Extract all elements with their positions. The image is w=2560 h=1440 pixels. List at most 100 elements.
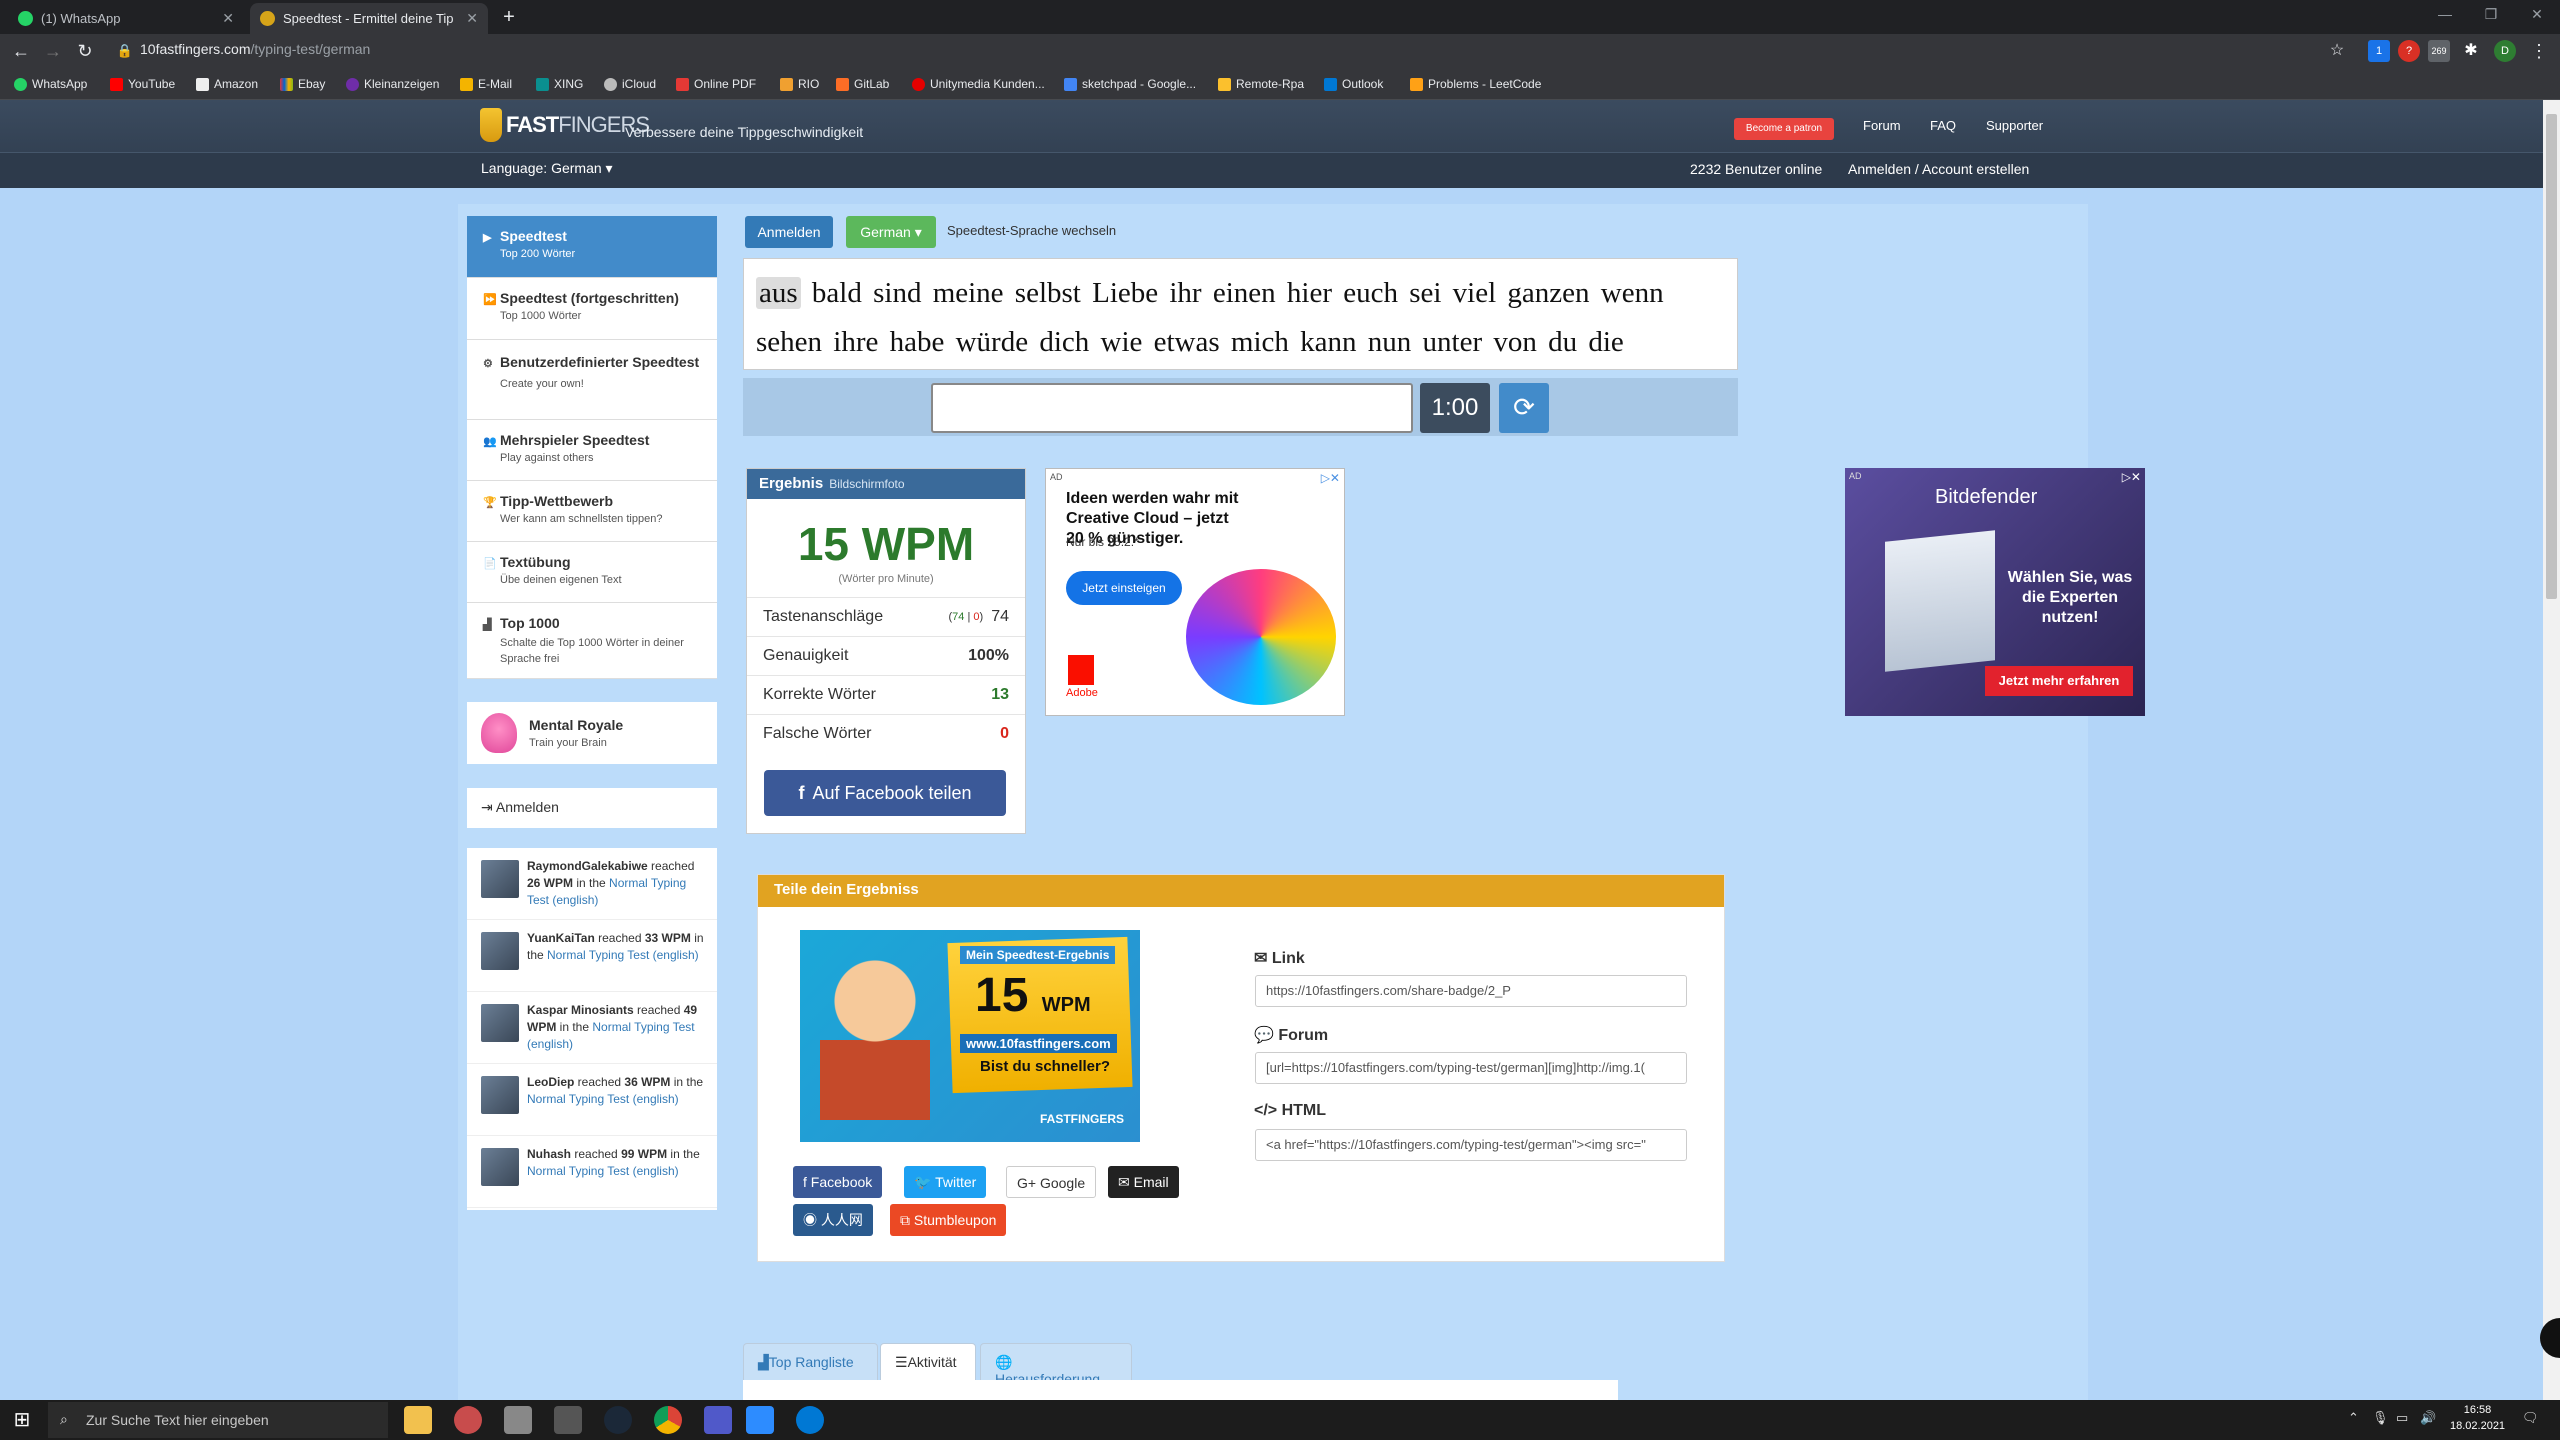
become-patron-button[interactable]: Become a patron (1734, 118, 1834, 140)
microphone-icon[interactable]: 🎙 (2372, 1410, 2389, 1426)
feed-user[interactable]: LeoDiep (527, 1075, 574, 1089)
avatar[interactable] (481, 1076, 519, 1114)
back-icon[interactable]: ← (10, 40, 32, 62)
bookmark-whatsapp[interactable]: WhatsApp (14, 75, 87, 93)
sidebar-item-competition[interactable]: 🏆 Tipp-Wettbewerb Wer kann am schnellsten… (467, 481, 717, 542)
browser-tab-whatsapp[interactable]: (1) WhatsApp ✕ (8, 3, 244, 34)
sidebar-item-custom[interactable]: ⚙ Benutzerdefinierter Speedtest Create yo… (467, 340, 717, 420)
ad-cta-button[interactable]: Jetzt einsteigen (1066, 571, 1182, 605)
restart-icon[interactable]: ⟳ (1499, 383, 1549, 433)
sidebar-item-advanced[interactable]: ⏩ Speedtest (fortgeschritten) Top 1000 Wö… (467, 278, 717, 340)
url-field[interactable]: 10fastfingers.com/typing-test/german (140, 41, 370, 57)
share-twitter-button[interactable]: 🐦 Twitter (904, 1166, 987, 1198)
app-icon[interactable] (504, 1406, 532, 1434)
app-icon[interactable] (454, 1406, 482, 1434)
reload-icon[interactable]: ↻ (74, 40, 96, 62)
menu-kebab-icon[interactable]: ⋮ (2528, 40, 2550, 62)
share-email-button[interactable]: ✉ Email (1108, 1166, 1179, 1198)
tab-herausforderung[interactable]: 🌐Herausforderung (980, 1343, 1132, 1387)
share-stumbleupon-button[interactable]: ⧉ Stumbleupon (890, 1204, 1007, 1236)
facebook-share-button[interactable]: f Auf Facebook teilen (764, 770, 1006, 816)
bookmark-kleinanzeigen[interactable]: Kleinanzeigen (346, 75, 439, 93)
typing-input[interactable] (931, 383, 1413, 433)
app-icon[interactable] (746, 1406, 774, 1434)
bookmark-online-pdf[interactable]: Online PDF (676, 75, 756, 93)
bookmark-star-icon[interactable]: ☆ (2326, 40, 2348, 62)
bookmark-ebay[interactable]: Ebay (280, 75, 325, 93)
close-tab-icon[interactable]: ✕ (466, 10, 478, 27)
avatar[interactable] (481, 860, 519, 898)
bookmark-rio[interactable]: RIO (780, 75, 819, 93)
sidebar-item-multiplayer[interactable]: 👥 Mehrspieler Speedtest Play against othe… (467, 420, 717, 481)
link-field[interactable]: https://10fastfingers.com/share-badge/2_… (1255, 975, 1687, 1007)
bookmark-unitymedia[interactable]: Unitymedia Kunden... (912, 75, 1045, 93)
app-icon[interactable] (796, 1406, 824, 1434)
nav-supporter[interactable]: Supporter (1986, 118, 2043, 133)
tray-chevron-icon[interactable]: ⌃ (2348, 1410, 2359, 1426)
restore-icon[interactable]: ❐ (2468, 0, 2514, 30)
share-google-button[interactable]: G+ Google (1006, 1166, 1097, 1198)
avatar[interactable] (481, 1004, 519, 1042)
extension-calendar-icon[interactable]: 269 (2428, 40, 2450, 62)
bookmark-youtube[interactable]: YouTube (110, 75, 175, 93)
close-window-icon[interactable]: ✕ (2514, 0, 2560, 30)
lock-icon[interactable]: 🔒 (114, 40, 136, 62)
extension-help-icon[interactable]: ? (2398, 40, 2420, 62)
login-register-link[interactable]: Anmelden / Account erstellen (1848, 161, 2029, 177)
bookmark-outlook[interactable]: Outlook (1324, 75, 1383, 93)
login-button[interactable]: Anmelden (745, 216, 833, 248)
screenshot-link[interactable]: Bildschirmfoto (829, 477, 904, 491)
bookmark-gitlab[interactable]: GitLab (836, 75, 889, 93)
language-select-button[interactable]: German ▾ (846, 216, 936, 248)
avatar[interactable] (481, 1148, 519, 1186)
avatar[interactable] (481, 932, 519, 970)
bookmark-email[interactable]: E-Mail (460, 75, 512, 93)
volume-icon[interactable]: 🔊 (2420, 1410, 2436, 1426)
share-facebook-button[interactable]: f Facebook (793, 1166, 883, 1198)
nav-forum[interactable]: Forum (1863, 118, 1901, 133)
network-icon[interactable]: ▭ (2396, 1410, 2408, 1426)
bookmark-leetcode[interactable]: Problems - LeetCode (1410, 75, 1541, 93)
tab-top-rangliste[interactable]: ▟Top Rangliste (743, 1343, 878, 1381)
tab-aktivitaet[interactable]: ☰Aktivität (880, 1343, 976, 1381)
profile-avatar[interactable]: D (2494, 40, 2516, 62)
sidebar-item-text-practice[interactable]: 📄 Textübung Übe deinen eigenen Text (467, 542, 717, 603)
windows-start-icon[interactable]: ⊞ (10, 1408, 34, 1432)
feed-user[interactable]: Kaspar Minosiants (527, 1003, 634, 1017)
browser-tab-speedtest[interactable]: Speedtest - Ermittel deine Tippg ✕ (250, 3, 488, 34)
extensions-puzzle-icon[interactable]: ✱ (2460, 40, 2482, 62)
forum-code-field[interactable]: [url=https://10fastfingers.com/typing-te… (1255, 1052, 1687, 1084)
feed-test-link[interactable]: Normal Typing Test (english) (527, 1092, 679, 1106)
feed-test-link[interactable]: Normal Typing Test (english) (547, 948, 699, 962)
feed-user[interactable]: YuanKaiTan (527, 931, 595, 945)
ad-close-icon[interactable]: ▷✕ (1321, 471, 1340, 485)
sidebar-login-link[interactable]: ⇥ Anmelden (467, 788, 717, 828)
bookmark-remote-rpa[interactable]: Remote-Rpa (1218, 75, 1304, 93)
nav-faq[interactable]: FAQ (1930, 118, 1956, 133)
feed-test-link[interactable]: Normal Typing Test (english) (527, 1164, 679, 1178)
taskbar-clock[interactable]: 16:58 18.02.2021 (2450, 1402, 2505, 1434)
share-renren-button[interactable]: ◉ 人人网 (793, 1204, 873, 1236)
teams-icon[interactable] (704, 1406, 732, 1434)
mental-royale-promo[interactable]: Mental Royale Train your Brain (467, 702, 717, 764)
steam-icon[interactable] (604, 1406, 632, 1434)
taskbar-search[interactable]: Zur Suche Text hier eingeben (48, 1402, 388, 1438)
forward-icon[interactable]: → (42, 40, 64, 62)
language-dropdown[interactable]: Language: German ▾ (481, 160, 613, 177)
unity-icon[interactable] (554, 1406, 582, 1434)
bitdefender-ad[interactable]: AD ▷✕ Bitdefender Wählen Sie, was die Exp… (1845, 468, 2145, 716)
bookmark-xing[interactable]: XING (536, 75, 583, 93)
ad-cta-button[interactable]: Jetzt mehr erfahren (1985, 666, 2133, 696)
sidebar-item-top1000[interactable]: ▟ Top 1000 Schalte die Top 1000 Wörter in… (467, 603, 717, 679)
chrome-icon[interactable] (654, 1406, 682, 1434)
sidebar-item-speedtest[interactable]: ▶ Speedtest Top 200 Wörter (467, 216, 717, 278)
site-logo[interactable]: FASTFINGERS (480, 108, 650, 142)
feed-user[interactable]: Nuhash (527, 1147, 571, 1161)
scrollbar-thumb[interactable] (2546, 114, 2557, 599)
ad-close-icon[interactable]: ▷✕ (2122, 470, 2141, 484)
minimize-icon[interactable]: — (2422, 0, 2468, 30)
html-code-field[interactable]: <a href="https://10fastfingers.com/typin… (1255, 1129, 1687, 1161)
bookmark-amazon[interactable]: Amazon (196, 75, 258, 93)
adobe-ad[interactable]: AD ▷✕ Ideen werden wahr mit Creative Clou… (1045, 468, 1345, 716)
file-explorer-icon[interactable] (404, 1406, 432, 1434)
